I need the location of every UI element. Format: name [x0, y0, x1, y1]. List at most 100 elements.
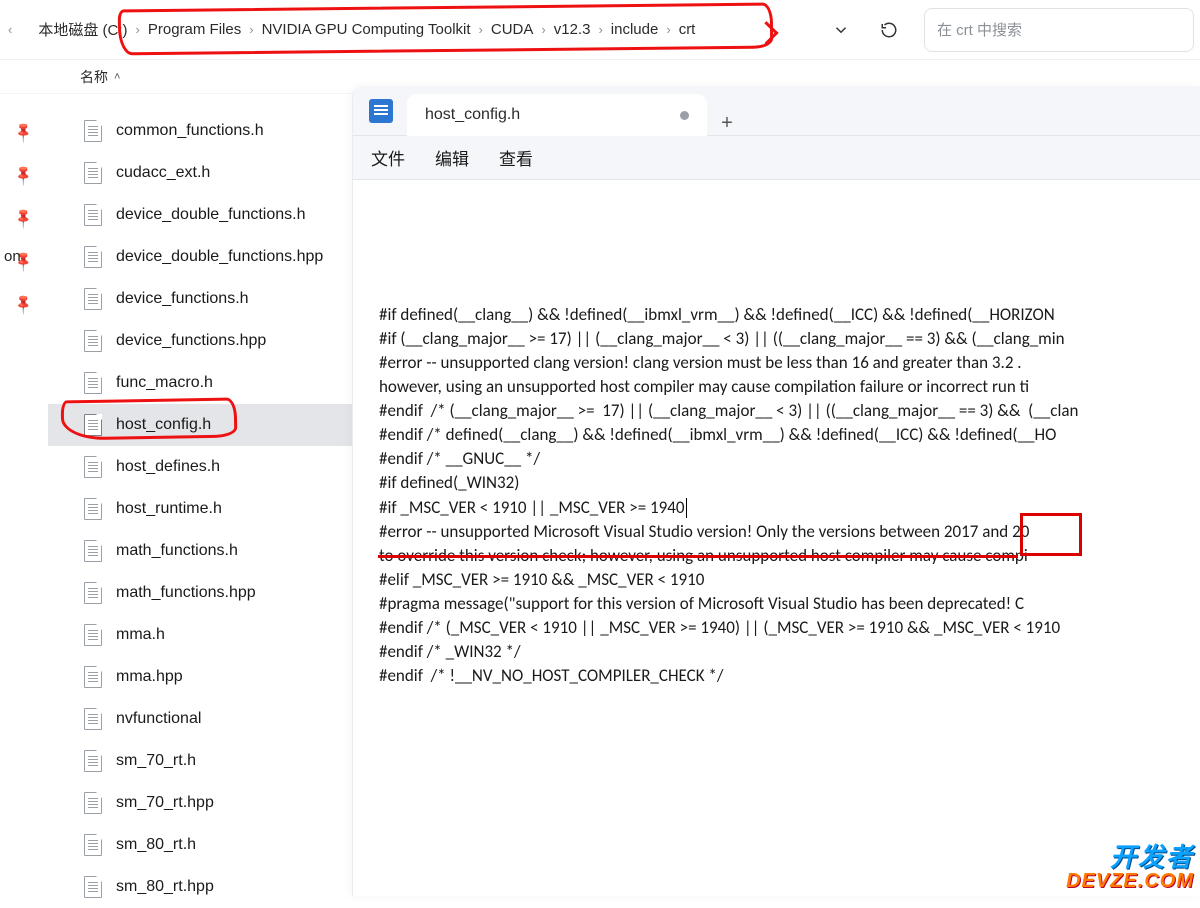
- code-line: #error -- unsupported clang version! cla…: [379, 351, 1200, 375]
- file-name: device_functions.hpp: [116, 332, 266, 350]
- file-name: device_functions.h: [116, 290, 249, 308]
- file-name: math_functions.h: [116, 542, 238, 560]
- menu-file[interactable]: 文件: [371, 145, 405, 170]
- code-line: #elif _MSC_VER >= 1910 && _MSC_VER < 191…: [379, 568, 1200, 592]
- breadcrumb-item[interactable]: 本地磁盘 (C:): [32, 15, 133, 44]
- list-item[interactable]: common_functions.h: [48, 110, 358, 152]
- file-name: sm_80_rt.hpp: [116, 878, 214, 896]
- breadcrumb-item[interactable]: v12.3: [548, 17, 597, 42]
- chevron-left-icon[interactable]: ‹: [8, 22, 12, 37]
- tab-title: host_config.h: [425, 106, 520, 124]
- list-item[interactable]: func_macro.h: [48, 362, 358, 404]
- chevron-right-icon: ›: [479, 22, 483, 37]
- file-icon: [84, 246, 102, 268]
- chevron-right-icon: ›: [666, 22, 670, 37]
- list-item[interactable]: device_double_functions.hpp: [48, 236, 358, 278]
- list-item[interactable]: math_functions.hpp: [48, 572, 358, 614]
- search-placeholder: 在 crt 中搜索: [937, 19, 1022, 40]
- search-input[interactable]: 在 crt 中搜索: [924, 8, 1194, 52]
- list-item[interactable]: mma.hpp: [48, 656, 358, 698]
- code-line: #endif /* (__clang_major__ >= 17) || (__…: [379, 399, 1200, 423]
- file-icon: [84, 330, 102, 352]
- editor-titlebar: host_config.h +: [353, 86, 1200, 136]
- pin-icon[interactable]: 📌: [12, 163, 36, 187]
- menu-view[interactable]: 查看: [499, 145, 533, 170]
- file-icon: [84, 456, 102, 478]
- file-icon: [84, 498, 102, 520]
- chevron-right-icon: ›: [541, 22, 545, 37]
- chevron-down-icon[interactable]: [828, 17, 854, 43]
- list-item-selected[interactable]: host_config.h: [48, 404, 358, 446]
- code-line: #if defined(_WIN32): [379, 471, 1200, 495]
- file-icon: [84, 708, 102, 730]
- list-item[interactable]: sm_80_rt.hpp: [48, 866, 358, 908]
- file-name: sm_70_rt.h: [116, 752, 196, 770]
- quick-access-rail: 📌 📌 📌 📌 📌 on: [0, 94, 48, 896]
- breadcrumb: 本地磁盘 (C:) › Program Files › NVIDIA GPU C…: [22, 8, 810, 52]
- editor-window: host_config.h + 文件 编辑 查看 #if defined(__c…: [352, 86, 1200, 896]
- file-icon: [84, 372, 102, 394]
- file-name: device_double_functions.h: [116, 206, 305, 224]
- breadcrumb-item[interactable]: NVIDIA GPU Computing Toolkit: [256, 17, 477, 42]
- file-icon: [84, 120, 102, 142]
- list-item[interactable]: device_double_functions.h: [48, 194, 358, 236]
- list-item[interactable]: sm_80_rt.h: [48, 824, 358, 866]
- editor-menubar: 文件 编辑 查看: [353, 136, 1200, 180]
- list-item[interactable]: device_functions.hpp: [48, 320, 358, 362]
- list-item[interactable]: nvfunctional: [48, 698, 358, 740]
- file-icon: [84, 876, 102, 898]
- editor-content[interactable]: #if defined(__clang__) && !defined(__ibm…: [353, 180, 1200, 896]
- list-item[interactable]: math_functions.h: [48, 530, 358, 572]
- file-icon: [84, 750, 102, 772]
- list-item[interactable]: mma.h: [48, 614, 358, 656]
- file-name: sm_80_rt.h: [116, 836, 196, 854]
- breadcrumb-item[interactable]: CUDA: [485, 17, 540, 42]
- file-icon: [84, 582, 102, 604]
- list-item[interactable]: sm_70_rt.h: [48, 740, 358, 782]
- list-item[interactable]: host_runtime.h: [48, 488, 358, 530]
- chevron-right-icon: ›: [249, 22, 253, 37]
- file-name: func_macro.h: [116, 374, 213, 392]
- file-icon: [84, 666, 102, 688]
- file-name: sm_70_rt.hpp: [116, 794, 214, 812]
- code-line: #pragma message("support for this versio…: [379, 592, 1200, 616]
- list-item[interactable]: device_functions.h: [48, 278, 358, 320]
- explorer-address-bar: ‹ 本地磁盘 (C:) › Program Files › NVIDIA GPU…: [0, 0, 1200, 60]
- refresh-icon[interactable]: [876, 17, 902, 43]
- list-item[interactable]: host_defines.h: [48, 446, 358, 488]
- file-icon: [84, 288, 102, 310]
- file-icon: [84, 792, 102, 814]
- file-icon: [84, 204, 102, 226]
- breadcrumb-item[interactable]: crt: [673, 17, 702, 42]
- file-name: host_config.h: [116, 416, 211, 434]
- file-icon: [84, 162, 102, 184]
- breadcrumb-item[interactable]: include: [605, 17, 665, 42]
- code-line: #if (__clang_major__ >= 17) || (__clang_…: [379, 327, 1200, 351]
- file-name: host_defines.h: [116, 458, 220, 476]
- list-item[interactable]: sm_70_rt.hpp: [48, 782, 358, 824]
- chevron-right-icon: ›: [136, 22, 140, 37]
- file-name: mma.hpp: [116, 668, 183, 686]
- file-name: nvfunctional: [116, 710, 201, 728]
- menu-edit[interactable]: 编辑: [435, 145, 469, 170]
- list-item[interactable]: cudacc_ext.h: [48, 152, 358, 194]
- file-name: common_functions.h: [116, 122, 264, 140]
- editor-tab[interactable]: host_config.h: [407, 94, 707, 136]
- file-name: mma.h: [116, 626, 165, 644]
- code-line: #endif /* (_MSC_VER < 1910 || _MSC_VER >…: [379, 616, 1200, 640]
- new-tab-button[interactable]: +: [707, 112, 747, 135]
- file-icon: [84, 540, 102, 562]
- unsaved-dot-icon: [680, 111, 689, 120]
- pin-icon[interactable]: 📌: [12, 206, 36, 230]
- pin-icon[interactable]: 📌: [12, 120, 36, 144]
- code-line: #if _MSC_VER < 1910 || _MSC_VER >= 1940: [379, 496, 1200, 520]
- code-line: however, using an unsupported host compi…: [379, 375, 1200, 399]
- sort-asc-icon: ˄: [114, 71, 120, 83]
- address-bar-tools: [818, 17, 916, 43]
- code-line: #endif /* __GNUC__ */: [379, 447, 1200, 471]
- code-line: #endif /* !__NV_NO_HOST_COMPILER_CHECK *…: [379, 664, 1200, 688]
- pin-icon[interactable]: 📌: [12, 292, 36, 316]
- file-icon: [84, 414, 102, 436]
- breadcrumb-item[interactable]: Program Files: [142, 17, 247, 42]
- code-line: to override this version check; however,…: [379, 544, 1200, 568]
